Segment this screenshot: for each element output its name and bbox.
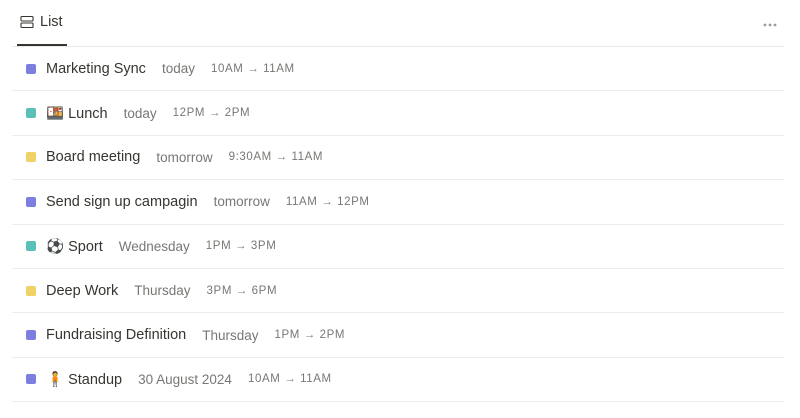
item-title: Deep Work (46, 282, 119, 299)
item-time-range: 10AM → 11AM (210, 62, 295, 75)
item-date: tomorrow (213, 194, 270, 210)
color-swatch (26, 63, 36, 74)
item-time-range: 1PM → 3PM (205, 240, 277, 253)
list-view: List Marketing Sync today 10AM → 11AM 🍱 Lun… (0, 0, 800, 418)
item-date: Thursday (134, 283, 191, 299)
list-item[interactable]: ⚽ Sport Wednesday 1PM → 3PM (12, 225, 784, 269)
item-title: Marketing Sync (46, 60, 146, 77)
list-item[interactable]: Board meeting tomorrow 9:30AM → 11AM (12, 136, 784, 181)
tab-list-label: List (40, 14, 63, 30)
more-options-button[interactable] (760, 14, 780, 32)
color-swatch (26, 241, 36, 252)
list-item[interactable]: Fundraising Definition Thursday 1PM → 2PM (12, 313, 784, 358)
item-date: today (123, 105, 157, 121)
item-time-range: 9:30AM → 11AM (228, 151, 324, 164)
tab-list[interactable]: List (17, 0, 67, 46)
list-item[interactable]: Deep Work Thursday 3PM → 6PM (12, 269, 784, 314)
item-time-range: 1PM → 2PM (274, 329, 346, 342)
item-date: today (161, 61, 195, 77)
item-date: tomorrow (156, 149, 213, 165)
item-title: 🍱 Lunch (46, 105, 108, 122)
item-title: ⚽ Sport (46, 238, 103, 255)
color-swatch (26, 196, 36, 207)
list-item[interactable]: Send sign up campagin tomorrow 11AM → 12PM (12, 180, 784, 225)
color-swatch (26, 108, 36, 119)
item-date: Wednesday (118, 238, 190, 254)
list-item[interactable]: 🍱 Lunch today 12PM → 2PM (12, 91, 784, 136)
item-time-range: 10AM → 11AM (247, 373, 332, 386)
item-title: 🧍 Standup (46, 371, 123, 388)
item-time-range: 11AM → 12PM (285, 195, 370, 208)
item-date: 30 August 2024 (138, 371, 232, 387)
more-horizontal-icon (763, 14, 777, 32)
color-swatch (26, 285, 36, 296)
item-title: Fundraising Definition (46, 327, 187, 344)
item-title: Send sign up campagin (46, 193, 198, 210)
item-time-range: 12PM → 2PM (172, 107, 251, 120)
item-date: Thursday (202, 327, 259, 343)
item-title: Board meeting (46, 149, 141, 166)
event-list: Marketing Sync today 10AM → 11AM 🍱 Lunch tod… (12, 47, 784, 403)
list-icon (20, 15, 34, 29)
view-tabbar: List (12, 0, 784, 47)
item-time-range: 3PM → 6PM (206, 284, 278, 297)
color-swatch (26, 152, 36, 163)
color-swatch (26, 330, 36, 341)
list-item[interactable]: Marketing Sync today 10AM → 11AM (12, 47, 784, 92)
color-swatch (26, 374, 36, 385)
list-item[interactable]: 🧍 Standup 30 August 2024 10AM → 11AM (12, 358, 784, 403)
